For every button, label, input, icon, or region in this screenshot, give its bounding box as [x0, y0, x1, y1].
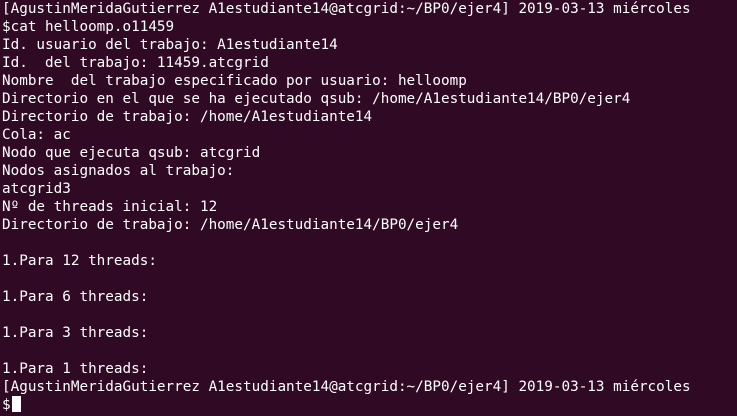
output-line-job-id: Id. del trabajo: 11459.atcgrid: [2, 55, 269, 71]
terminal-window[interactable]: [AgustinMeridaGutierrez A1estudiante14@a…: [0, 0, 737, 416]
output-line-work-dir: Directorio de trabajo: /home/A1estudiant…: [2, 109, 373, 125]
output-blank-line: [2, 342, 737, 360]
prompt-header-line-2: [AgustinMeridaGutierrez A1estudiante14@a…: [2, 379, 691, 395]
output-blank-line: [2, 306, 737, 324]
output-line-3-threads: 1.Para 3 threads:: [2, 325, 149, 341]
output-line-1-threads: 1.Para 1 threads:: [2, 361, 149, 377]
text-cursor: [11, 396, 21, 412]
prompt-header-line: [AgustinMeridaGutierrez A1estudiante14@a…: [2, 1, 691, 17]
output-line-qsub-node: Nodo que ejecuta qsub: atcgrid: [2, 145, 261, 161]
output-line-6-threads: 1.Para 6 threads:: [2, 289, 149, 305]
output-line-job-name: Nombre del trabajo especificado por usua…: [2, 73, 467, 89]
output-line-assigned-nodes: Nodos asignados al trabajo:: [2, 163, 235, 179]
output-line-node-name: atcgrid3: [2, 181, 71, 197]
command-line: $cat helloomp.o11459: [2, 19, 175, 35]
output-line-initial-threads: Nº de threads inicial: 12: [2, 199, 218, 215]
output-line-12-threads: 1.Para 12 threads:: [2, 253, 157, 269]
output-line-queue: Cola: ac: [2, 127, 71, 143]
output-line-qsub-dir: Directorio en el que se ha ejecutado qsu…: [2, 91, 631, 107]
input-prompt-line[interactable]: $: [2, 396, 737, 414]
output-blank-line: [2, 234, 737, 252]
prompt-symbol: $: [2, 397, 11, 413]
output-line-work-dir-2: Directorio de trabajo: /home/A1estudiant…: [2, 217, 459, 233]
output-blank-line: [2, 270, 737, 288]
output-line-user-id: Id. usuario del trabajo: A1estudiante14: [2, 37, 338, 53]
